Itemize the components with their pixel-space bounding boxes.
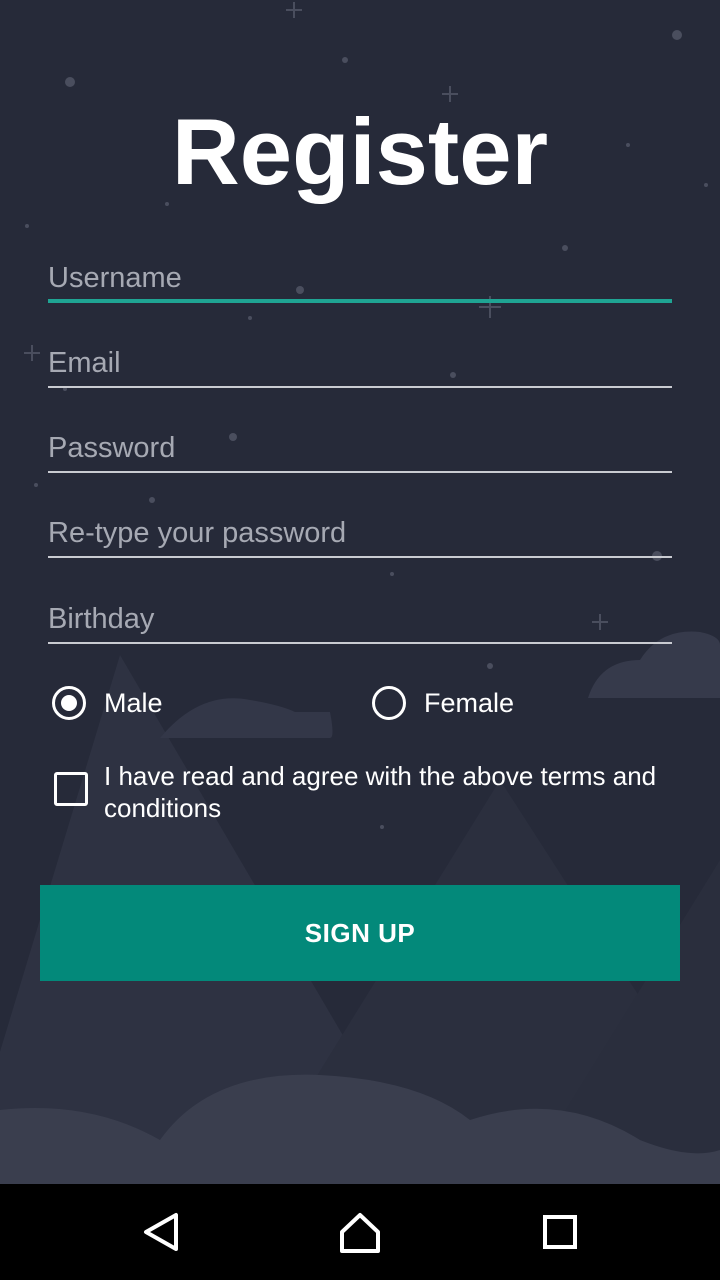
password-field[interactable]	[48, 425, 672, 473]
radio-male-indicator[interactable]	[52, 686, 86, 720]
radio-female-indicator[interactable]	[372, 686, 406, 720]
password-input[interactable]	[48, 425, 672, 471]
gender-radio-group: Male Female	[52, 682, 672, 724]
username-field[interactable]	[48, 255, 672, 303]
register-screen: Register Male Female I have read and agr…	[0, 0, 720, 1184]
radio-female-label: Female	[424, 687, 515, 718]
username-input[interactable]	[48, 255, 672, 301]
radio-male-label: Male	[104, 687, 163, 718]
back-icon	[144, 1213, 178, 1251]
recents-button[interactable]	[530, 1202, 590, 1262]
page-title: Register	[171, 99, 549, 204]
terms-checkbox[interactable]	[54, 772, 88, 806]
sign-up-button[interactable]: SIGN UP	[40, 885, 680, 981]
system-navigation-bar	[0, 1184, 720, 1280]
email-input[interactable]	[48, 340, 672, 386]
home-icon	[340, 1213, 380, 1253]
radio-female[interactable]: Female	[372, 682, 514, 724]
email-field[interactable]	[48, 340, 672, 388]
recents-icon	[543, 1215, 577, 1249]
retype-password-input[interactable]	[48, 510, 672, 556]
back-button[interactable]	[130, 1202, 190, 1262]
birthday-field[interactable]	[48, 596, 672, 644]
home-button[interactable]	[330, 1202, 390, 1262]
retype-password-field[interactable]	[48, 510, 672, 558]
radio-male[interactable]: Male	[52, 682, 163, 724]
birthday-input[interactable]	[48, 596, 672, 642]
terms-label: I have read and agree with the above ter…	[104, 761, 657, 823]
